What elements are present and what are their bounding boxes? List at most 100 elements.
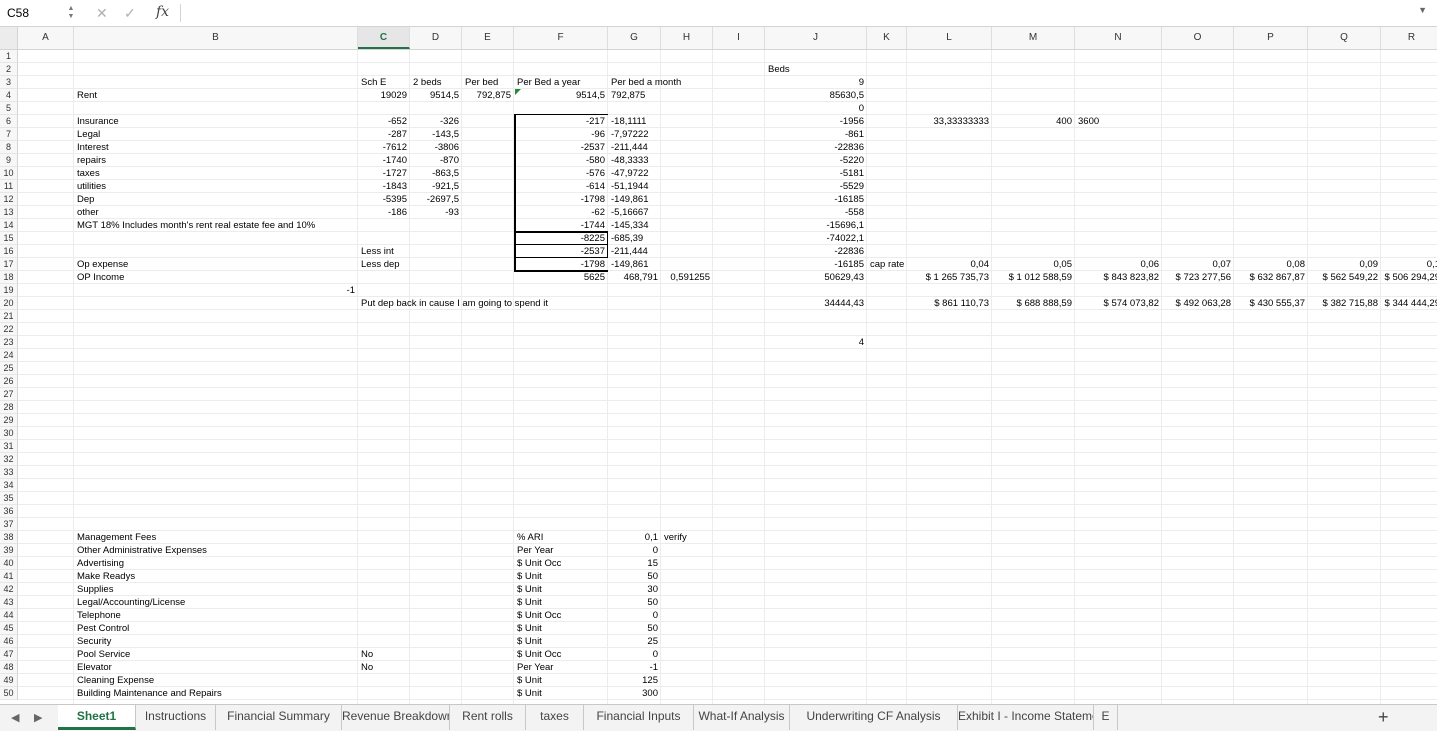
column-header-m[interactable]: M — [992, 27, 1075, 49]
cell-g7[interactable]: -7,97222 — [608, 128, 661, 141]
cell-g8[interactable]: -211,444 — [608, 141, 661, 154]
row-header-15[interactable]: 15 — [0, 232, 18, 245]
row-header-2[interactable]: 2 — [0, 63, 18, 76]
cell-j12[interactable]: -16185 — [765, 193, 867, 206]
row-header-31[interactable]: 31 — [0, 440, 18, 453]
cell-f48[interactable]: Per Year — [514, 661, 608, 674]
cell-g47[interactable]: 0 — [608, 648, 661, 661]
cell-b4[interactable]: Rent — [74, 89, 358, 102]
row-header-18[interactable]: 18 — [0, 271, 18, 284]
row-header-45[interactable]: 45 — [0, 622, 18, 635]
row-header-49[interactable]: 49 — [0, 674, 18, 687]
row-header-47[interactable]: 47 — [0, 648, 18, 661]
row-header-6[interactable]: 6 — [0, 115, 18, 128]
cell-b6[interactable]: Insurance — [74, 115, 358, 128]
row-header-44[interactable]: 44 — [0, 609, 18, 622]
previous-sheet-icon[interactable]: ◀ — [11, 709, 19, 727]
cell-b50[interactable]: Building Maintenance and Repairs — [74, 687, 358, 700]
cell-l6[interactable]: 33,33333333 — [907, 115, 992, 128]
sheet-tab-e[interactable]: E — [1094, 705, 1118, 730]
cell-l20[interactable]: $ 861 110,73 — [907, 297, 992, 310]
formula-input[interactable] — [184, 3, 1408, 25]
cell-r17[interactable]: 0,1 — [1381, 258, 1437, 271]
cell-h18[interactable]: 0,591255 — [661, 271, 713, 284]
cell-j10[interactable]: -5181 — [765, 167, 867, 180]
cell-g46[interactable]: 25 — [608, 635, 661, 648]
cell-j8[interactable]: -22836 — [765, 141, 867, 154]
row-header-3[interactable]: 3 — [0, 76, 18, 89]
cell-o17[interactable]: 0,07 — [1162, 258, 1234, 271]
cell-f50[interactable]: $ Unit — [514, 687, 608, 700]
cell-b46[interactable]: Security — [74, 635, 358, 648]
cell-g11[interactable]: -51,1944 — [608, 180, 661, 193]
cell-g18[interactable]: 468,791 — [608, 271, 661, 284]
cell-j16[interactable]: -22836 — [765, 245, 867, 258]
cell-j11[interactable]: -5529 — [765, 180, 867, 193]
name-box[interactable]: C58 — [0, 0, 62, 26]
cell-d13[interactable]: -93 — [410, 206, 462, 219]
cell-l18[interactable]: $ 1 265 735,73 — [907, 271, 992, 284]
cell-j18[interactable]: 50629,43 — [765, 271, 867, 284]
cell-g48[interactable]: -1 — [608, 661, 661, 674]
expand-formula-bar-icon[interactable]: ▼ — [1418, 5, 1427, 15]
cell-j14[interactable]: -15696,1 — [765, 219, 867, 232]
cell-b9[interactable]: repairs — [74, 154, 358, 167]
cell-d9[interactable]: -870 — [410, 154, 462, 167]
sheet-tab-what-if-analysis[interactable]: What-If Analysis — [694, 705, 790, 730]
cell-d8[interactable]: -3806 — [410, 141, 462, 154]
cell-c6[interactable]: -652 — [358, 115, 410, 128]
cell-n18[interactable]: $ 843 823,82 — [1075, 271, 1162, 284]
row-header-20[interactable]: 20 — [0, 297, 18, 310]
cell-j6[interactable]: -1956 — [765, 115, 867, 128]
cell-p17[interactable]: 0,08 — [1234, 258, 1308, 271]
cell-f9[interactable]: -580 — [514, 154, 608, 167]
cell-m18[interactable]: $ 1 012 588,59 — [992, 271, 1075, 284]
cell-f38[interactable]: % ARI — [514, 531, 608, 544]
column-header-l[interactable]: L — [907, 27, 992, 49]
cell-d12[interactable]: -2697,5 — [410, 193, 462, 206]
cell-l17[interactable]: 0,04 — [907, 258, 992, 271]
cell-f43[interactable]: $ Unit — [514, 596, 608, 609]
row-header-25[interactable]: 25 — [0, 362, 18, 375]
add-sheet-button[interactable]: + — [1378, 706, 1389, 728]
cell-j23[interactable]: 4 — [765, 336, 867, 349]
cell-b41[interactable]: Make Readys — [74, 570, 358, 583]
cell-f4[interactable]: 9514,5 — [514, 89, 608, 102]
cell-e4[interactable]: 792,875 — [462, 89, 514, 102]
sheet-tab-exhibit-i-income-statement[interactable]: Exhibit I - Income Statement — [958, 705, 1094, 730]
cell-g9[interactable]: -48,3333 — [608, 154, 661, 167]
cell-b17[interactable]: Op expense — [74, 258, 358, 271]
cell-m6[interactable]: 400 — [992, 115, 1075, 128]
column-header-o[interactable]: O — [1162, 27, 1234, 49]
cell-j7[interactable]: -861 — [765, 128, 867, 141]
cell-g16[interactable]: -211,444 — [608, 245, 661, 258]
cell-g6[interactable]: -18,1111 — [608, 115, 661, 128]
next-sheet-icon[interactable]: ▶ — [34, 709, 42, 727]
cell-f11[interactable]: -614 — [514, 180, 608, 193]
cell-b7[interactable]: Legal — [74, 128, 358, 141]
row-header-34[interactable]: 34 — [0, 479, 18, 492]
cell-j3[interactable]: 9 — [765, 76, 867, 89]
cell-f18[interactable]: 5625 — [514, 271, 608, 284]
row-header-17[interactable]: 17 — [0, 258, 18, 271]
row-header-12[interactable]: 12 — [0, 193, 18, 206]
cell-b39[interactable]: Other Administrative Expenses — [74, 544, 358, 557]
cell-c47[interactable]: No — [358, 648, 410, 661]
cell-b14[interactable]: MGT 18% Includes month's rent real estat… — [74, 219, 358, 232]
cell-k17[interactable]: cap rate — [867, 258, 907, 271]
cell-d10[interactable]: -863,5 — [410, 167, 462, 180]
row-header-48[interactable]: 48 — [0, 661, 18, 674]
cell-f46[interactable]: $ Unit — [514, 635, 608, 648]
cell-c10[interactable]: -1727 — [358, 167, 410, 180]
column-header-q[interactable]: Q — [1308, 27, 1381, 49]
cell-n20[interactable]: $ 574 073,82 — [1075, 297, 1162, 310]
cell-g43[interactable]: 50 — [608, 596, 661, 609]
row-header-35[interactable]: 35 — [0, 492, 18, 505]
row-header-41[interactable]: 41 — [0, 570, 18, 583]
cell-g38[interactable]: 0,1 — [608, 531, 661, 544]
cell-m17[interactable]: 0,05 — [992, 258, 1075, 271]
row-header-21[interactable]: 21 — [0, 310, 18, 323]
row-header-22[interactable]: 22 — [0, 323, 18, 336]
cell-b18[interactable]: OP Income — [74, 271, 358, 284]
cell-b42[interactable]: Supplies — [74, 583, 358, 596]
